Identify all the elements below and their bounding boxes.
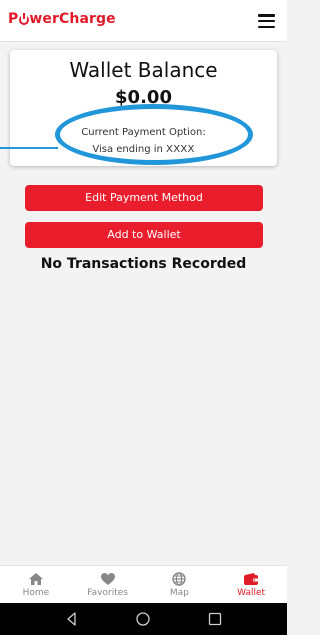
payment-card-info: Visa ending in XXXX xyxy=(10,141,277,158)
menu-icon-bar xyxy=(258,25,275,28)
recent-apps-icon[interactable] xyxy=(207,611,223,627)
payment-card-number: XXXX xyxy=(166,144,195,155)
home-circle-icon[interactable] xyxy=(135,611,151,627)
wallet-balance-card: Wallet Balance $0.00 Current Payment Opt… xyxy=(10,50,277,166)
tab-home[interactable]: Home xyxy=(0,566,72,603)
power-icon xyxy=(18,13,29,25)
tab-map[interactable]: Map xyxy=(144,566,216,603)
bottom-tab-bar: Home Favorites Map Wallet xyxy=(0,565,287,603)
edit-payment-method-button[interactable]: Edit Payment Method xyxy=(25,185,263,211)
menu-icon-bar xyxy=(258,19,275,23)
app-bar: PwerCharge xyxy=(0,0,287,42)
system-navigation-bar xyxy=(0,603,287,635)
tab-home-label: Home xyxy=(22,588,50,598)
tab-wallet-label: Wallet xyxy=(237,588,266,598)
back-icon[interactable] xyxy=(64,611,80,627)
payment-option: Current Payment Option: Visa ending in X… xyxy=(10,124,277,158)
wallet-icon xyxy=(244,573,259,585)
globe-icon xyxy=(172,572,187,586)
home-icon xyxy=(28,573,43,585)
heart-icon xyxy=(100,573,115,585)
transactions-empty-message: No Transactions Recorded xyxy=(40,256,247,272)
tab-map-label: Map xyxy=(169,588,189,598)
menu-button[interactable] xyxy=(258,14,275,28)
brand-text-start: P xyxy=(8,11,19,27)
tab-favorites-label: Favorites xyxy=(87,588,128,598)
wallet-title: Wallet Balance xyxy=(69,58,218,82)
wallet-screen: PwerCharge Wallet Balance $0.00 Current … xyxy=(0,0,287,635)
tab-favorites[interactable]: Favorites xyxy=(72,566,144,603)
payment-option-label: Current Payment Option: xyxy=(81,127,206,138)
brand-text-end: werCharge xyxy=(29,11,116,27)
wallet-amount: $0.00 xyxy=(115,87,172,108)
add-to-wallet-button[interactable]: Add to Wallet xyxy=(25,222,263,248)
tab-wallet[interactable]: Wallet xyxy=(215,566,287,603)
menu-icon-bar xyxy=(258,14,275,17)
payment-card-prefix: Visa ending in xyxy=(92,144,163,155)
brand-logo[interactable]: PwerCharge xyxy=(8,11,116,27)
